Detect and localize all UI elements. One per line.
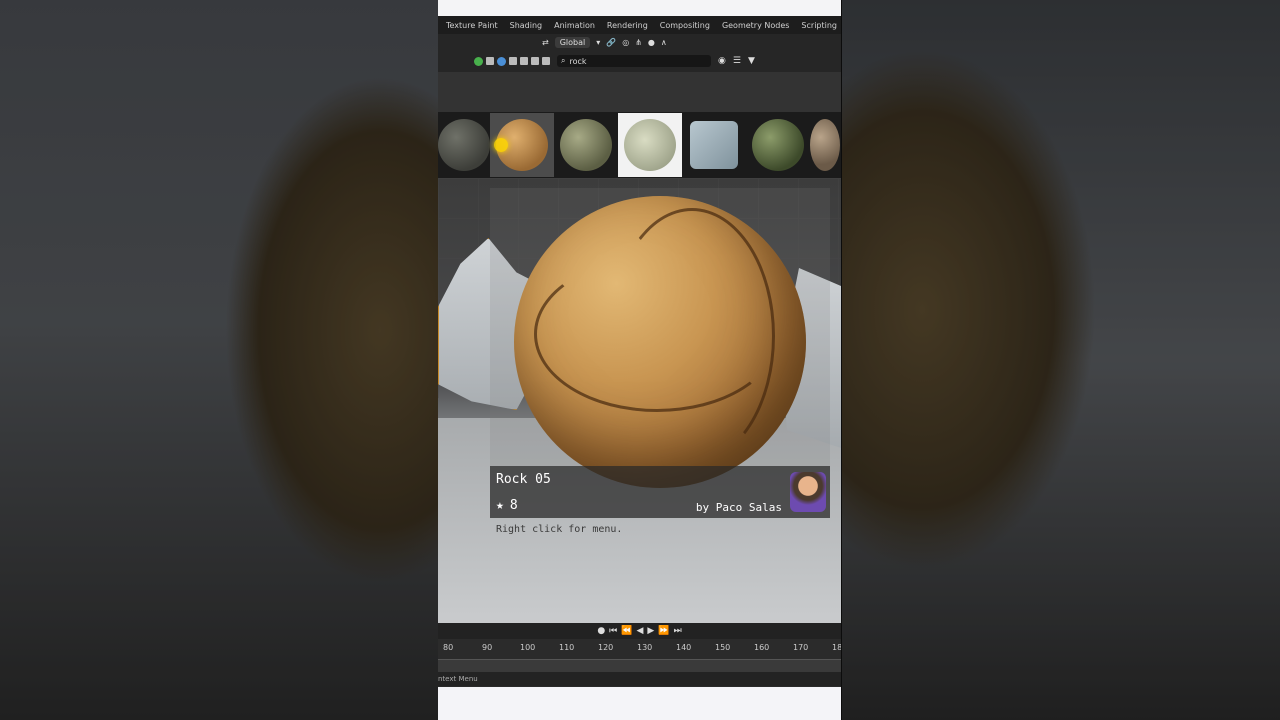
mouse-cursor-highlight bbox=[494, 138, 508, 152]
asset-thumb-6[interactable] bbox=[746, 113, 810, 177]
material-filter-icon[interactable] bbox=[474, 56, 483, 66]
tick-label: 150 bbox=[715, 643, 731, 652]
tab-animation[interactable]: Animation bbox=[548, 21, 601, 30]
asset-thumb-7[interactable] bbox=[810, 113, 840, 177]
asset-thumbnail-strip bbox=[438, 112, 841, 178]
tick-label: 80 bbox=[443, 643, 454, 652]
viewport-header-space bbox=[438, 72, 841, 112]
3d-viewport[interactable]: Rock 05 ★ 8 by Paco Salas Right click fo… bbox=[438, 178, 841, 623]
playback-controls: ● ⏮ ⏪ ◀ ▶ ⏩ ⏭ bbox=[438, 623, 841, 639]
star-icon: ★ bbox=[496, 498, 504, 513]
play-icon[interactable]: ▶ bbox=[647, 626, 654, 636]
rock-thumb-image bbox=[752, 119, 804, 171]
tab-compositing[interactable]: Compositing bbox=[654, 21, 716, 30]
prev-keyframe-icon[interactable]: ⏪ bbox=[621, 626, 632, 636]
tick-label: 110 bbox=[559, 643, 575, 652]
asset-browser-toolbar: ⌕ rock ◉ ☰ ▼ bbox=[438, 50, 841, 72]
timeline-ruler[interactable]: 80 90 100 110 120 130 140 150 160 170 18 bbox=[438, 639, 841, 659]
pivot-dot-icon[interactable]: ● bbox=[648, 38, 655, 47]
asset-rating: ★ 8 bbox=[496, 498, 518, 513]
search-value: rock bbox=[569, 56, 587, 66]
tab-texture-paint[interactable]: Texture Paint bbox=[440, 21, 504, 30]
rock-preview-sphere bbox=[514, 196, 806, 488]
search-icon: ⌕ bbox=[561, 56, 566, 65]
tick-label: 100 bbox=[520, 643, 536, 652]
tab-scripting[interactable]: Scripting bbox=[795, 21, 841, 30]
app-window: Texture Paint Shading Animation Renderin… bbox=[438, 0, 841, 720]
rock-thumb-image bbox=[810, 119, 840, 171]
node-filter-icon[interactable] bbox=[520, 57, 528, 65]
world-filter-icon[interactable] bbox=[497, 56, 506, 66]
tick-label: 130 bbox=[637, 643, 653, 652]
record-icon[interactable]: ● bbox=[597, 626, 605, 636]
falloff-icon[interactable]: ∧ bbox=[661, 38, 667, 47]
top-strip bbox=[438, 0, 841, 16]
visibility-eye-icon[interactable]: ◉ bbox=[718, 56, 726, 66]
rating-value: 8 bbox=[509, 498, 518, 513]
status-context-menu: ntext Menu bbox=[438, 675, 478, 683]
header-toolbar: ⇄ Global ▾ 🔗 ◎ ⋔ ● ∧ bbox=[438, 34, 841, 50]
status-bar: ntext Menu bbox=[438, 672, 841, 686]
workspace-tabs: Texture Paint Shading Animation Renderin… bbox=[438, 16, 841, 34]
snap-icon[interactable]: ◎ bbox=[622, 38, 629, 47]
tab-rendering[interactable]: Rendering bbox=[601, 21, 654, 30]
transform-orientation-icon: ⇄ bbox=[542, 37, 549, 47]
author-avatar bbox=[790, 472, 826, 512]
asset-thumb-5[interactable] bbox=[682, 113, 746, 177]
asset-thumb-4[interactable] bbox=[618, 113, 682, 177]
tick-label: 90 bbox=[482, 643, 493, 652]
rock-crack bbox=[534, 256, 780, 412]
tick-label: 120 bbox=[598, 643, 614, 652]
collection-filter-icon[interactable] bbox=[509, 57, 517, 65]
library-filter-icon[interactable] bbox=[542, 57, 550, 65]
display-mode-icon[interactable]: ☰ bbox=[733, 56, 741, 66]
tick-label: 18 bbox=[832, 643, 841, 652]
asset-author: by Paco Salas bbox=[695, 501, 782, 514]
rock-thumb-image bbox=[438, 119, 490, 171]
bottom-strip bbox=[438, 687, 841, 720]
snap-link-icon[interactable]: 🔗 bbox=[606, 38, 616, 47]
proportional-icon[interactable]: ⋔ bbox=[635, 38, 642, 47]
tab-shading[interactable]: Shading bbox=[504, 21, 549, 30]
tick-label: 140 bbox=[676, 643, 692, 652]
search-input[interactable]: ⌕ rock bbox=[557, 55, 711, 67]
timeline-track[interactable] bbox=[438, 659, 841, 672]
jump-end-icon[interactable]: ⏭ bbox=[674, 626, 682, 636]
asset-info-card: Rock 05 ★ 8 by Paco Salas bbox=[490, 466, 830, 518]
tab-geometry-nodes[interactable]: Geometry Nodes bbox=[716, 21, 795, 30]
next-keyframe-icon[interactable]: ⏩ bbox=[658, 626, 669, 636]
rock-thumb-image bbox=[690, 121, 738, 169]
asset-thumb-1[interactable] bbox=[438, 113, 490, 177]
orientation-dropdown[interactable]: Global bbox=[554, 36, 591, 48]
tick-label: 160 bbox=[754, 643, 770, 652]
chevron-down-icon[interactable]: ▾ bbox=[596, 38, 600, 47]
rock-thumb-image bbox=[560, 119, 612, 171]
object-filter-icon[interactable] bbox=[486, 57, 494, 65]
filter-funnel-icon[interactable]: ▼ bbox=[748, 56, 755, 66]
brush-filter-icon[interactable] bbox=[531, 57, 539, 65]
rock-thumb-image bbox=[624, 119, 676, 171]
jump-start-icon[interactable]: ⏮ bbox=[609, 626, 617, 636]
play-reverse-icon[interactable]: ◀ bbox=[637, 626, 644, 636]
tooltip-hint: Right click for menu. bbox=[496, 524, 623, 535]
tick-label: 170 bbox=[793, 643, 809, 652]
asset-title: Rock 05 bbox=[496, 472, 551, 487]
asset-thumb-3[interactable] bbox=[554, 113, 618, 177]
